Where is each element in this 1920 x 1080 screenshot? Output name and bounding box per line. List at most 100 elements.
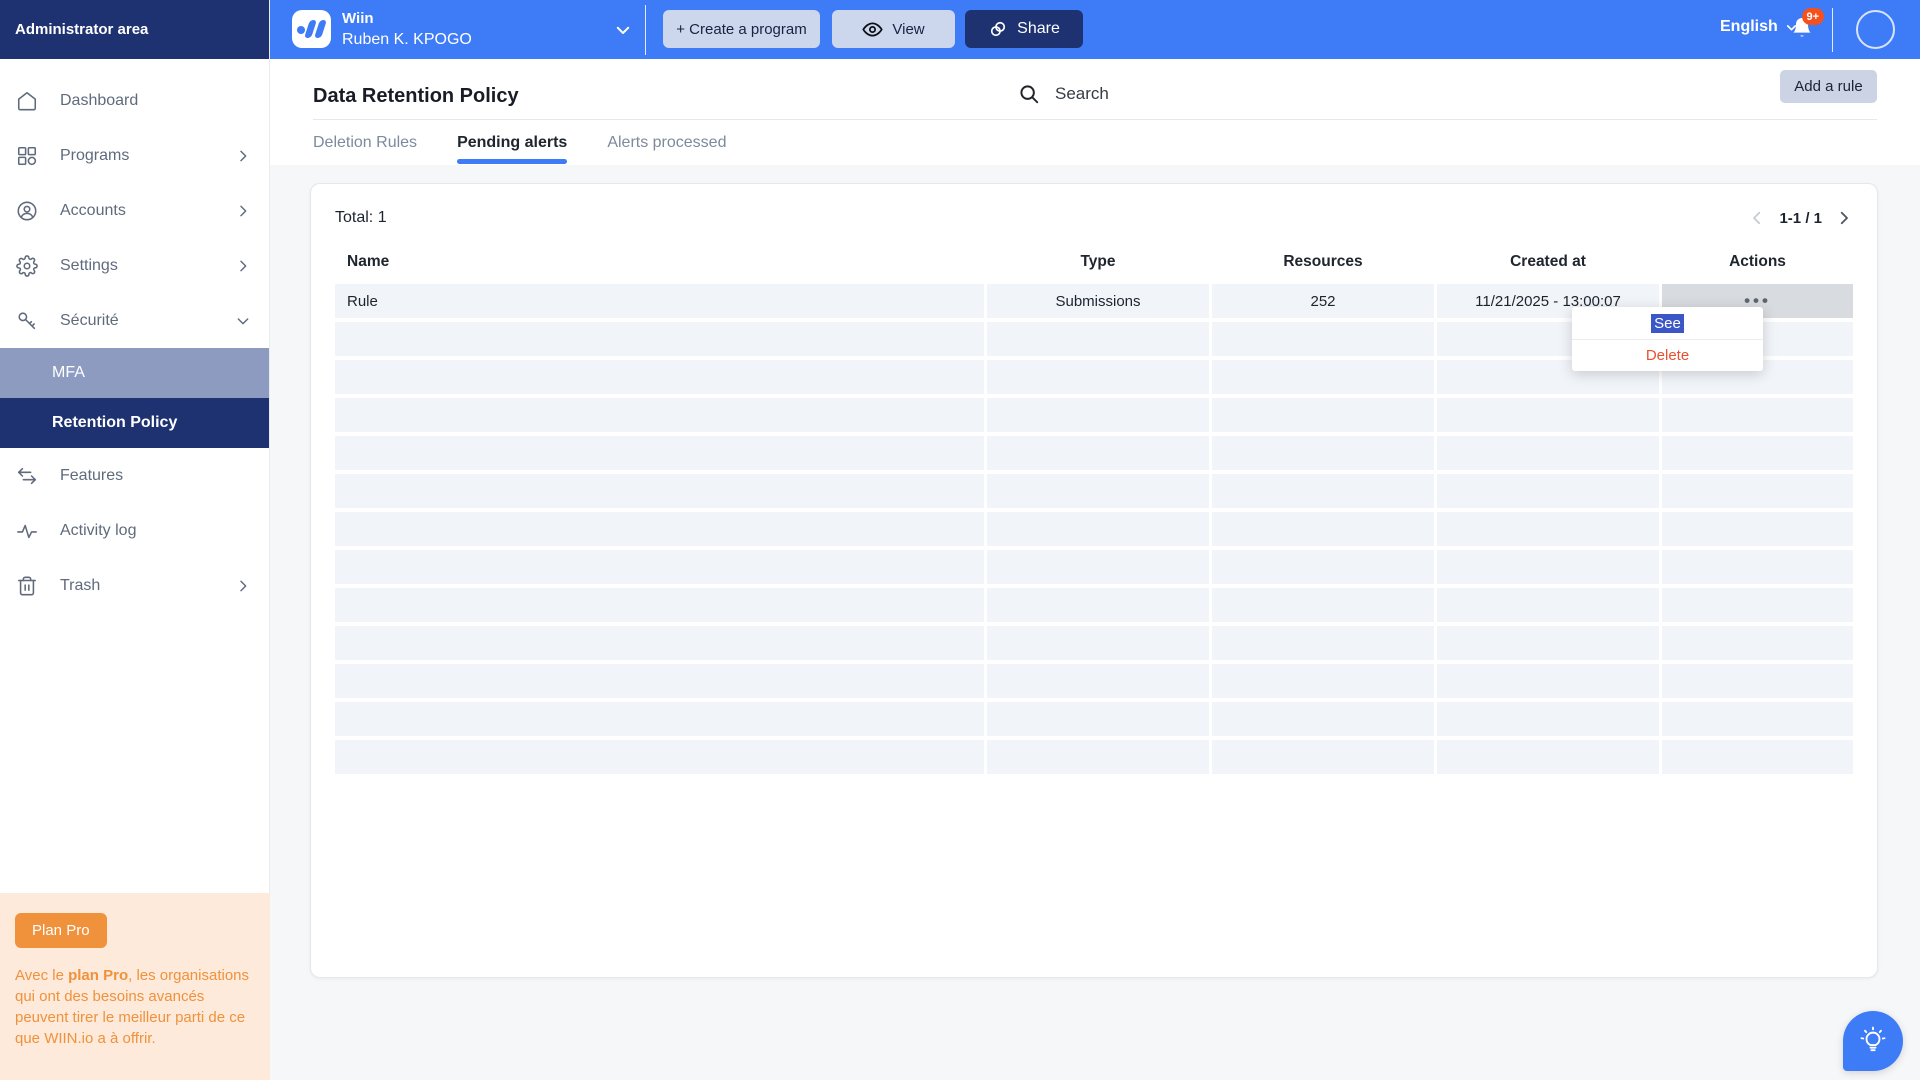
sidebar-item-label: Dashboard — [60, 92, 251, 110]
empty-table-row — [335, 626, 1853, 660]
empty-table-row — [335, 664, 1853, 698]
eye-icon — [862, 19, 883, 40]
chevron-right-icon — [235, 578, 251, 594]
sidebar-item-activity-log[interactable]: Activity log — [0, 503, 269, 558]
sidebar-item-label: Features — [60, 467, 251, 485]
plan-text-prefix: Avec le — [15, 967, 68, 984]
search-icon — [1018, 83, 1040, 105]
sidebar-item-trash[interactable]: Trash — [0, 558, 269, 613]
sidebar-item-settings[interactable]: Settings — [0, 238, 269, 293]
grid-icon — [15, 144, 39, 168]
sidebar-subitem-retention-policy[interactable]: Retention Policy — [0, 398, 269, 448]
key-icon — [15, 309, 39, 333]
search-placeholder: Search — [1055, 84, 1109, 104]
gear-icon — [15, 254, 39, 278]
plan-text-bold: plan Pro — [68, 967, 128, 984]
topbar-divider — [1832, 8, 1833, 52]
notifications-badge: 9+ — [1802, 8, 1824, 25]
main-content: Total: 1 1-1 / 1 Name Type Resources Cre… — [270, 165, 1920, 1080]
menu-item-see[interactable]: See — [1572, 307, 1763, 339]
column-header-created-at: Created at — [1437, 253, 1659, 271]
view-button[interactable]: View — [832, 10, 955, 48]
create-program-button[interactable]: + Create a program — [663, 10, 820, 48]
topbar-divider — [645, 5, 646, 55]
share-icon — [988, 19, 1008, 39]
pagination-range: 1-1 / 1 — [1779, 210, 1822, 227]
sidebar-subitem-label: Retention Policy — [52, 414, 177, 432]
plan-pro-panel: Plan Pro Avec le plan Pro, les organisat… — [0, 893, 270, 1080]
plan-pro-button[interactable]: Plan Pro — [15, 913, 107, 948]
tab-deletion-rules[interactable]: Deletion Rules — [313, 120, 417, 165]
sidebar-item-label: Activity log — [60, 522, 251, 540]
activity-icon — [15, 519, 39, 543]
cell-name: Rule — [335, 284, 984, 318]
empty-table-row — [335, 740, 1853, 774]
workspace-identity[interactable]: Wiin Ruben K. KPOGO — [342, 9, 472, 50]
tab-pending-alerts[interactable]: Pending alerts — [457, 120, 567, 165]
wiin-logo-icon — [292, 10, 331, 48]
empty-table-row — [335, 474, 1853, 508]
empty-table-row — [335, 588, 1853, 622]
sidebar-item-security[interactable]: Sécurité — [0, 293, 269, 348]
plan-pro-text: Avec le plan Pro, les organisations qui … — [15, 965, 255, 1049]
cell-resources: 252 — [1212, 284, 1434, 318]
language-selector[interactable]: English — [1720, 18, 1798, 36]
sidebar-item-label: Trash — [60, 577, 235, 595]
sidebar-nav: Dashboard Programs Accounts Settings — [0, 59, 269, 613]
workspace-chevron-down-icon[interactable] — [614, 21, 632, 39]
pagination-next-icon[interactable] — [1835, 209, 1853, 227]
trash-icon — [15, 574, 39, 598]
pagination: 1-1 / 1 — [1748, 209, 1853, 227]
chevron-right-icon — [235, 258, 251, 274]
empty-table-row — [335, 550, 1853, 584]
sidebar-item-features[interactable]: Features — [0, 448, 269, 503]
sidebar-item-label: Sécurité — [60, 312, 235, 330]
user-name: Ruben K. KPOGO — [342, 29, 472, 50]
add-rule-button[interactable]: Add a rule — [1780, 70, 1877, 103]
empty-table-row — [335, 512, 1853, 546]
menu-item-see-label: See — [1651, 314, 1684, 333]
notifications-button[interactable]: 9+ — [1790, 14, 1814, 40]
column-header-type: Type — [987, 253, 1209, 271]
swap-arrows-icon — [15, 464, 39, 488]
table-header: Name Type Resources Created at Actions — [335, 244, 1853, 280]
share-button[interactable]: Share — [965, 10, 1083, 48]
topbar: Wiin Ruben K. KPOGO + Create a program V… — [270, 0, 1920, 59]
language-label: English — [1720, 18, 1778, 36]
column-header-actions: Actions — [1662, 253, 1853, 271]
cell-type: Submissions — [987, 284, 1209, 318]
lightbulb-icon — [1858, 1026, 1888, 1056]
empty-table-row — [335, 436, 1853, 470]
tabs: Deletion Rules Pending alerts Alerts pro… — [313, 120, 726, 165]
search-input[interactable]: Search — [1018, 83, 1109, 105]
pagination-prev-icon[interactable] — [1748, 209, 1766, 227]
sidebar: Administrator area Dashboard Programs Ac… — [0, 0, 270, 1080]
sidebar-subitem-mfa[interactable]: MFA — [0, 348, 269, 398]
user-icon — [15, 199, 39, 223]
menu-item-delete-label: Delete — [1646, 347, 1689, 364]
chevron-down-icon — [235, 313, 251, 329]
total-count: Total: 1 — [335, 209, 387, 227]
row-actions-menu: See Delete — [1572, 307, 1763, 371]
column-header-name: Name — [335, 253, 984, 271]
chevron-right-icon — [235, 203, 251, 219]
column-header-resources: Resources — [1212, 253, 1434, 271]
help-fab-button[interactable] — [1843, 1011, 1903, 1071]
sidebar-subitem-label: MFA — [52, 364, 85, 382]
sidebar-item-label: Programs — [60, 147, 235, 165]
sidebar-item-accounts[interactable]: Accounts — [0, 183, 269, 238]
empty-table-row — [335, 702, 1853, 736]
app-name: Wiin — [342, 9, 472, 29]
tab-alerts-processed[interactable]: Alerts processed — [607, 120, 726, 165]
avatar[interactable] — [1856, 10, 1895, 49]
sidebar-header-label: Administrator area — [15, 21, 148, 38]
chevron-right-icon — [235, 148, 251, 164]
ellipsis-icon: ••• — [1744, 296, 1771, 306]
menu-item-delete[interactable]: Delete — [1572, 339, 1763, 371]
card-toolbar: Total: 1 1-1 / 1 — [335, 206, 1853, 230]
sidebar-header: Administrator area — [0, 0, 269, 59]
sidebar-item-dashboard[interactable]: Dashboard — [0, 73, 269, 128]
empty-table-row — [335, 398, 1853, 432]
alerts-card: Total: 1 1-1 / 1 Name Type Resources Cre… — [310, 183, 1878, 978]
sidebar-item-programs[interactable]: Programs — [0, 128, 269, 183]
